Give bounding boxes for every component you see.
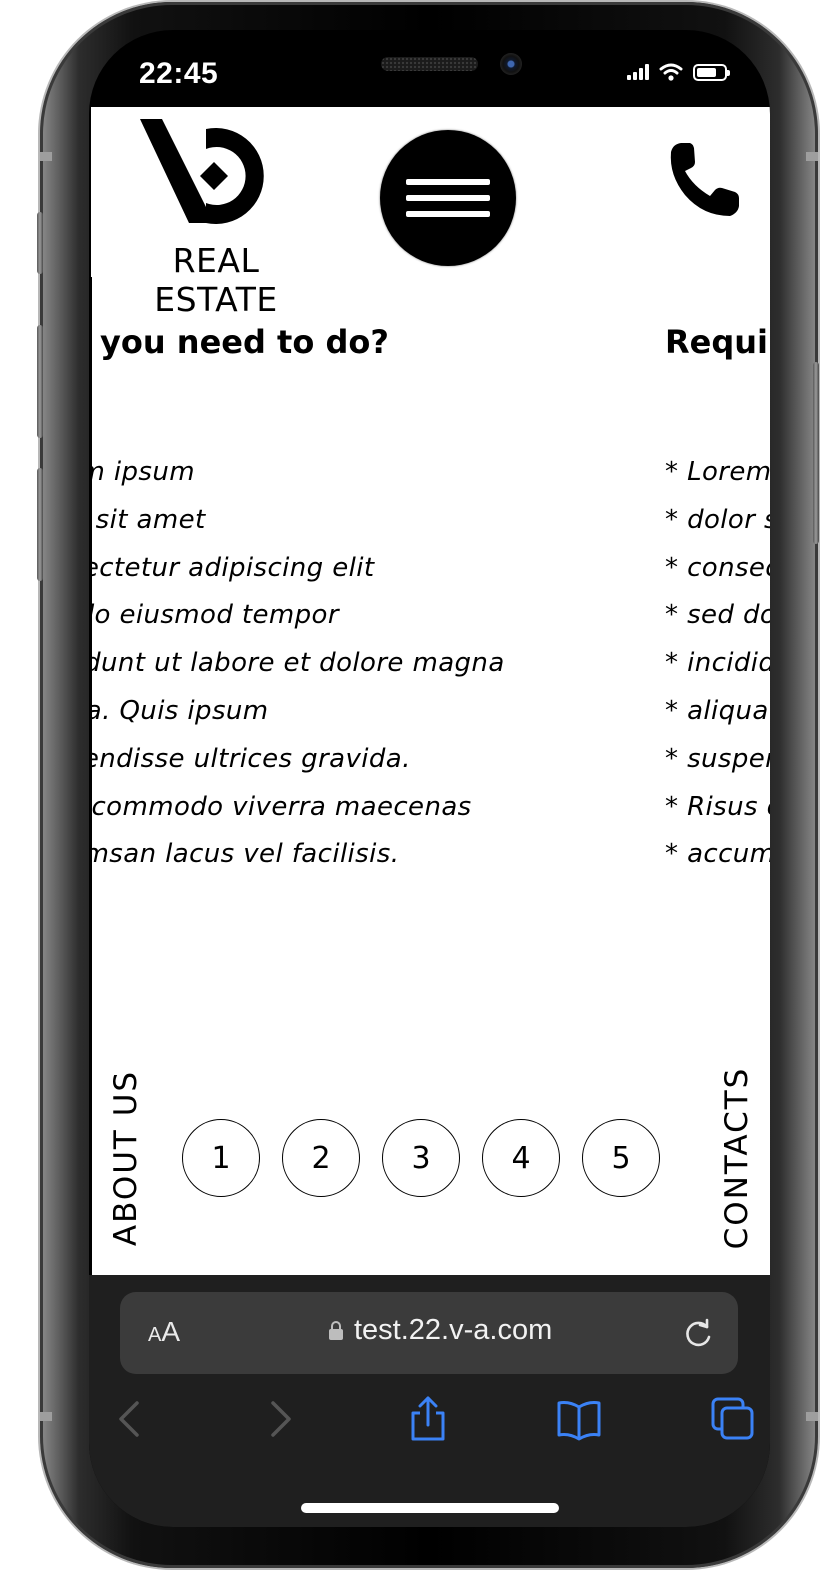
real-estate-logo[interactable]: REAL ESTATE — [110, 119, 322, 319]
back-icon[interactable] — [107, 1395, 155, 1443]
page-button-4[interactable]: 4 — [482, 1119, 560, 1197]
page-button-3[interactable]: 3 — [382, 1119, 460, 1197]
list-item: cumsan lacus vel facilisis. — [91, 839, 400, 870]
volume-down-button — [37, 468, 43, 581]
home-indicator[interactable] — [301, 1503, 559, 1513]
list-item: rem ipsum — [91, 457, 195, 487]
reload-icon[interactable] — [681, 1317, 715, 1351]
address-bar[interactable]: AA test.22.v-a.com — [120, 1292, 738, 1374]
antenna-band — [806, 1412, 818, 1421]
list-item: us commodo viverra maecenas — [91, 791, 472, 822]
vd-logo-icon — [140, 119, 264, 224]
web-page: REAL ESTATE at you need to do? rem ipsum… — [91, 107, 770, 1275]
page-button-2[interactable]: 2 — [282, 1119, 360, 1197]
item-list: rem ipsum lor sit amet nsectetur adipisc… — [91, 457, 572, 887]
status-time: 22:45 — [139, 57, 219, 90]
page-button-5[interactable]: 5 — [582, 1119, 660, 1197]
list-item: * sed do — [665, 600, 770, 631]
front-camera — [500, 53, 522, 75]
battery-icon — [693, 63, 730, 81]
url-display[interactable]: test.22.v-a.com — [328, 1314, 552, 1347]
status-icons — [627, 63, 730, 81]
lock-icon — [328, 1320, 344, 1341]
antenna-band — [40, 1412, 52, 1421]
menu-line — [406, 179, 490, 185]
tabs-icon[interactable] — [709, 1395, 757, 1443]
menu-line — [406, 195, 490, 201]
list-item: * consec — [665, 552, 770, 583]
phone-screen: 22:45 REAL ESTATE you need to do? ipsum … — [89, 30, 770, 1527]
page-button-1[interactable]: 1 — [182, 1119, 260, 1197]
list-item: * incidid — [665, 648, 770, 679]
item-list: * Lorem * dolor s * consec * sed do * in… — [665, 457, 770, 887]
about-us-link[interactable]: ABOUT US — [108, 1063, 144, 1253]
logo-text: REAL ESTATE — [154, 241, 278, 319]
earpiece-speaker — [381, 57, 478, 71]
aa-large: A — [161, 1316, 181, 1347]
list-item: * Risus c — [665, 791, 770, 822]
contacts-link[interactable]: CONTACTS — [719, 1063, 755, 1253]
list-item: * accum — [665, 839, 770, 870]
menu-line — [406, 211, 490, 217]
safari-bottom-bar: AA test.22.v-a.com — [89, 1275, 770, 1527]
power-button — [813, 362, 819, 544]
antenna-band — [806, 152, 818, 161]
list-item: ididunt ut labore et dolore magna — [91, 648, 505, 679]
list-item: lor sit amet — [91, 504, 206, 535]
volume-up-button — [37, 325, 43, 438]
silent-switch — [37, 212, 43, 274]
list-item: * susper — [665, 743, 770, 774]
wifi-icon — [659, 63, 683, 81]
list-item: qua. Quis ipsum — [91, 695, 269, 726]
column-heading: Requir — [665, 323, 770, 361]
list-item: * dolor s — [665, 504, 770, 535]
share-icon[interactable] — [404, 1395, 452, 1443]
reader-text-size-button[interactable]: AA — [148, 1316, 180, 1348]
cellular-signal-icon — [627, 64, 649, 80]
aa-small: A — [148, 1324, 162, 1346]
hamburger-menu-button[interactable] — [380, 130, 516, 266]
list-item: d do eiusmod tempor — [91, 600, 339, 631]
list-item: nsectetur adipiscing elit — [91, 552, 375, 583]
forward-icon[interactable] — [255, 1395, 303, 1443]
requirements-column-left: at you need to do? rem ipsum lor sit ame… — [91, 323, 572, 887]
requirements-column-right: Requir * Lorem * dolor s * consec * sed … — [665, 323, 770, 887]
slide-pager: 1 2 3 4 5 — [182, 1119, 660, 1197]
column-heading: at you need to do? — [91, 323, 389, 361]
list-item: spendisse ultrices gravida. — [91, 743, 411, 774]
list-item: * aliqua — [665, 695, 769, 726]
list-item: * Lorem — [665, 457, 770, 487]
bookmarks-icon[interactable] — [555, 1395, 603, 1443]
url-text: test.22.v-a.com — [354, 1314, 553, 1346]
phone-call-icon[interactable] — [663, 140, 743, 220]
antenna-band — [40, 152, 52, 161]
